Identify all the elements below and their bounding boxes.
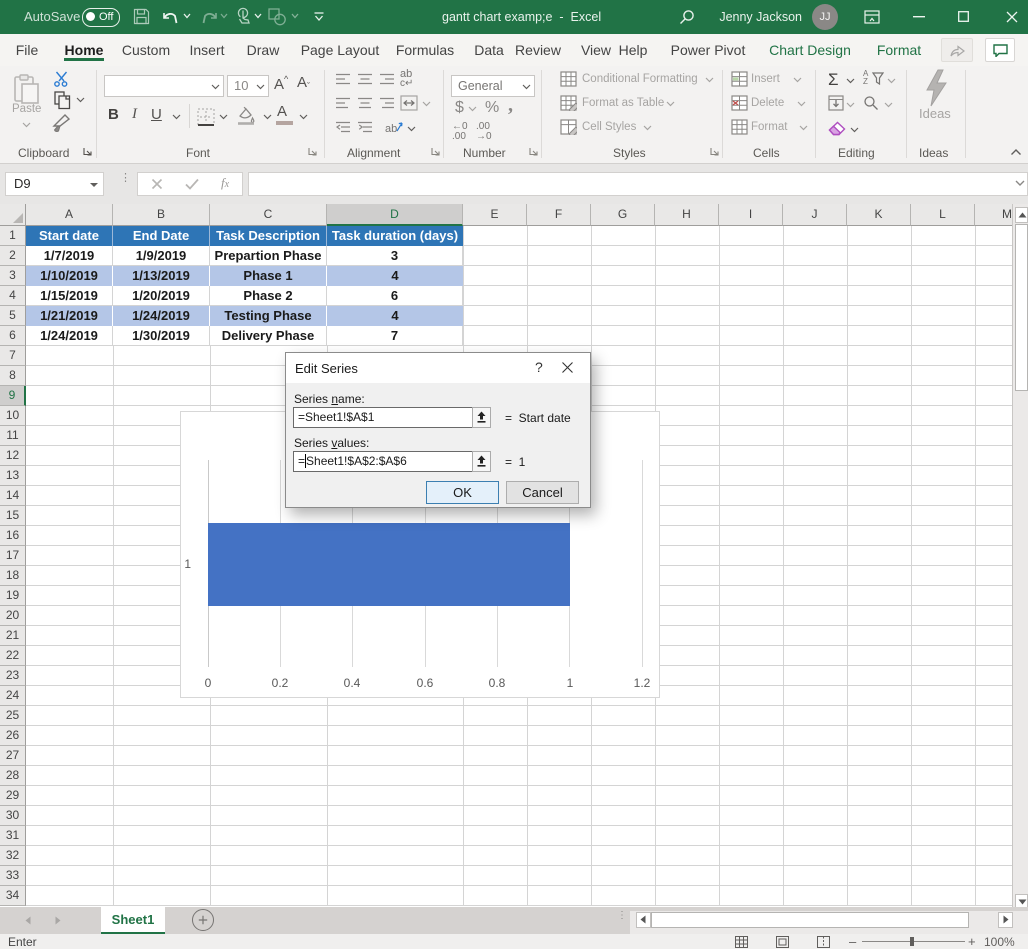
- svg-text:ab: ab: [385, 123, 397, 135]
